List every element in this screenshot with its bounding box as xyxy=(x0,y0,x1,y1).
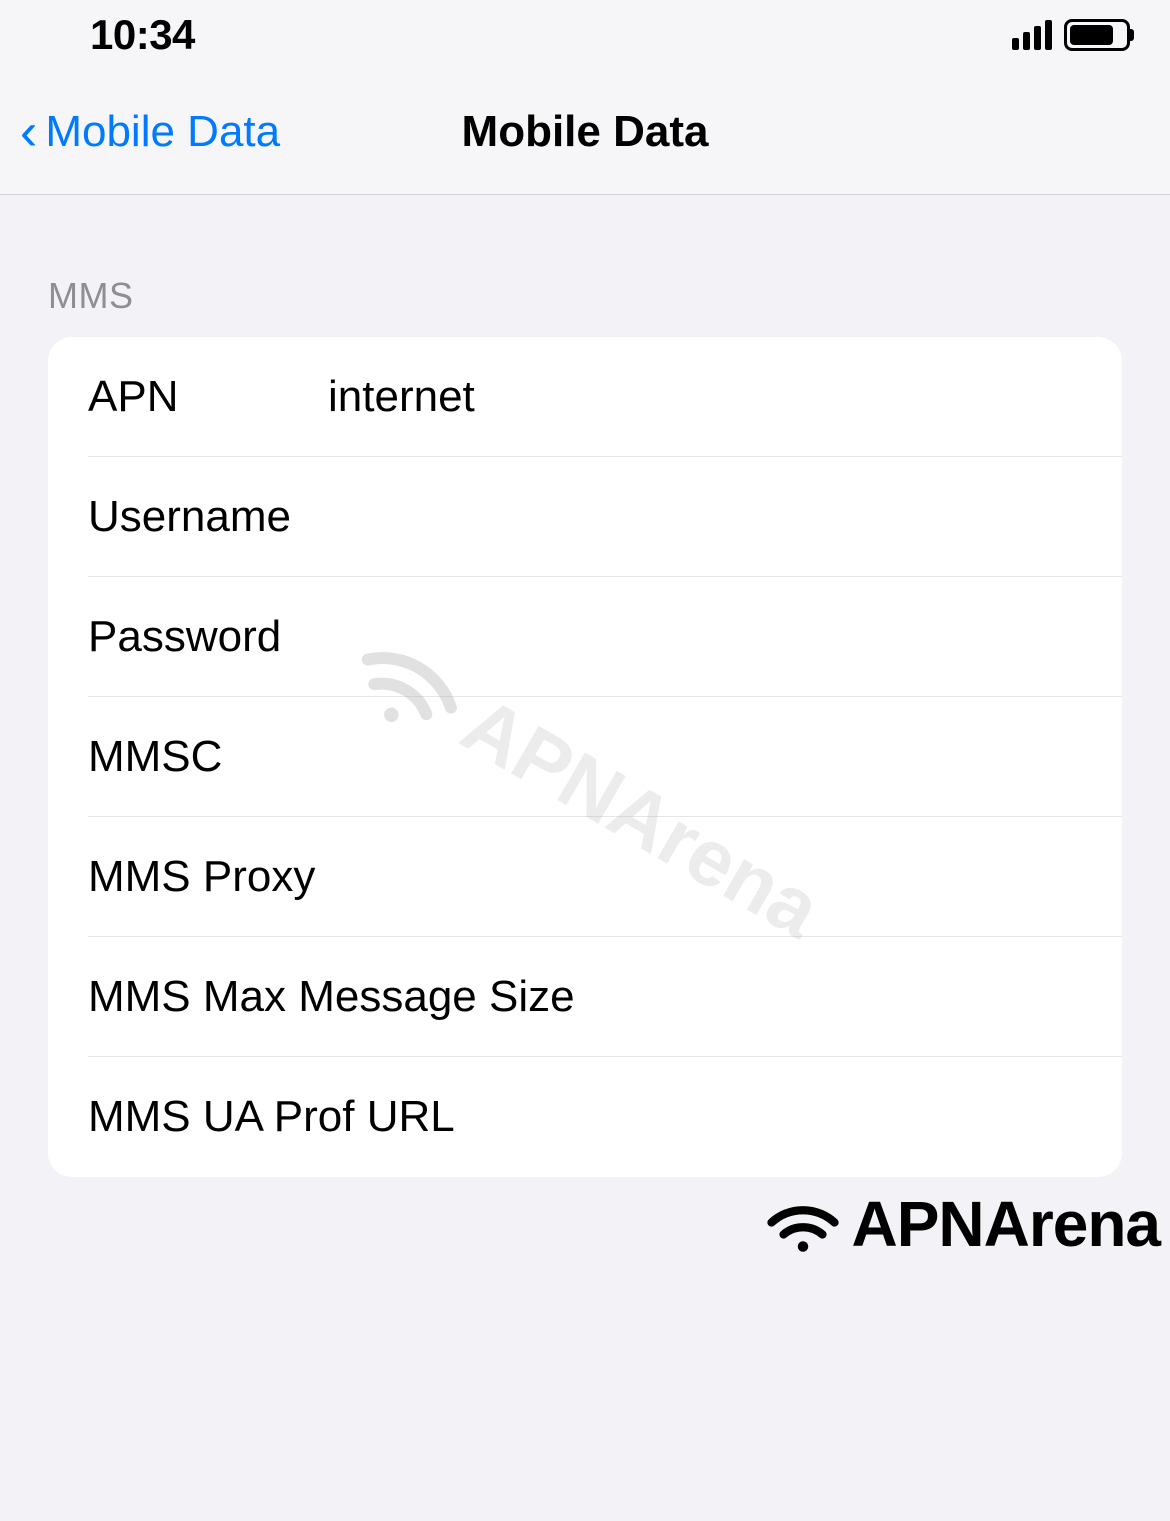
battery-icon xyxy=(1064,19,1130,51)
page-title: Mobile Data xyxy=(462,107,709,157)
back-button[interactable]: ‹ Mobile Data xyxy=(20,106,280,158)
row-label: MMS Max Message Size xyxy=(88,972,575,1022)
status-bar: 10:34 xyxy=(0,0,1170,70)
settings-row-mms-ua-prof[interactable]: MMS UA Prof URL xyxy=(48,1057,1122,1177)
navigation-bar: ‹ Mobile Data Mobile Data xyxy=(0,70,1170,195)
footer-brand-text: APNArena xyxy=(851,1187,1160,1261)
row-label: MMSC xyxy=(88,732,222,782)
settings-row-apn[interactable]: APN internet xyxy=(48,337,1122,457)
footer-brand: APNArena xyxy=(763,1187,1160,1261)
settings-group-mms: APN internet Username Password MMSC MMS … xyxy=(48,337,1122,1177)
settings-row-mms-proxy[interactable]: MMS Proxy xyxy=(48,817,1122,937)
section-header-mms: MMS xyxy=(48,195,1122,337)
settings-row-username[interactable]: Username xyxy=(48,457,1122,577)
status-time: 10:34 xyxy=(90,11,195,59)
settings-row-mmsc[interactable]: MMSC xyxy=(48,697,1122,817)
back-button-label: Mobile Data xyxy=(45,107,280,157)
row-label: APN xyxy=(88,372,328,422)
status-indicators xyxy=(1012,19,1130,51)
row-label: MMS UA Prof URL xyxy=(88,1092,455,1142)
row-label: MMS Proxy xyxy=(88,852,315,902)
row-label: Username xyxy=(88,492,291,542)
row-label: Password xyxy=(88,612,281,662)
settings-row-password[interactable]: Password xyxy=(48,577,1122,697)
chevron-left-icon: ‹ xyxy=(20,106,37,158)
settings-row-mms-max-size[interactable]: MMS Max Message Size xyxy=(48,937,1122,1057)
wifi-icon xyxy=(763,1194,843,1254)
content-area: MMS APN internet Username Password MMSC … xyxy=(0,195,1170,1177)
cellular-signal-icon xyxy=(1012,20,1052,50)
row-value-apn[interactable]: internet xyxy=(328,372,1082,422)
